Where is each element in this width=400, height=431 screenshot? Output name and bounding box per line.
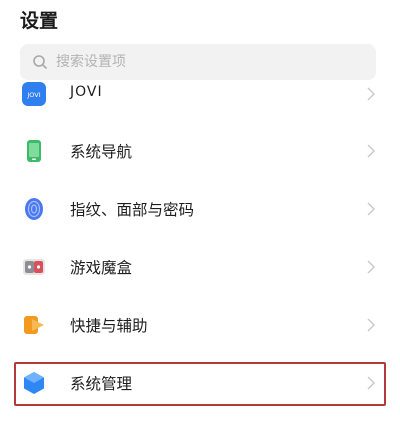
settings-item-label: 游戏魔盒 xyxy=(70,259,133,277)
search-input[interactable] xyxy=(56,54,346,70)
page-title: 设置 xyxy=(20,10,59,32)
search-icon xyxy=(33,55,47,69)
svg-text:JOVI: JOVI xyxy=(26,91,40,99)
shortcut-icon xyxy=(22,313,46,337)
chevron-right-icon xyxy=(367,318,375,332)
settings-item-jovi[interactable]: JOVI JOVI xyxy=(0,72,400,116)
chevron-right-icon xyxy=(367,87,375,101)
settings-item-label: 快捷与辅助 xyxy=(70,317,148,335)
fingerprint-icon xyxy=(22,197,46,221)
settings-item-label: 指纹、面部与密码 xyxy=(70,201,195,219)
chevron-right-icon xyxy=(367,260,375,274)
highlight-box xyxy=(14,362,386,406)
settings-item-game-box[interactable]: 游戏魔盒 xyxy=(0,240,400,294)
jovi-icon: JOVI xyxy=(22,82,46,106)
settings-item-fingerprint-face-password[interactable]: 指纹、面部与密码 xyxy=(0,182,400,236)
settings-item-shortcuts-accessibility[interactable]: 快捷与辅助 xyxy=(0,298,400,352)
settings-item-label: 系统导航 xyxy=(70,143,133,161)
settings-item-system-navigation[interactable]: 系统导航 xyxy=(0,124,400,178)
game-box-icon xyxy=(22,255,46,279)
chevron-right-icon xyxy=(367,202,375,216)
phone-navigation-icon xyxy=(22,139,46,163)
chevron-right-icon xyxy=(367,144,375,158)
settings-item-label: JOVI xyxy=(70,84,103,100)
